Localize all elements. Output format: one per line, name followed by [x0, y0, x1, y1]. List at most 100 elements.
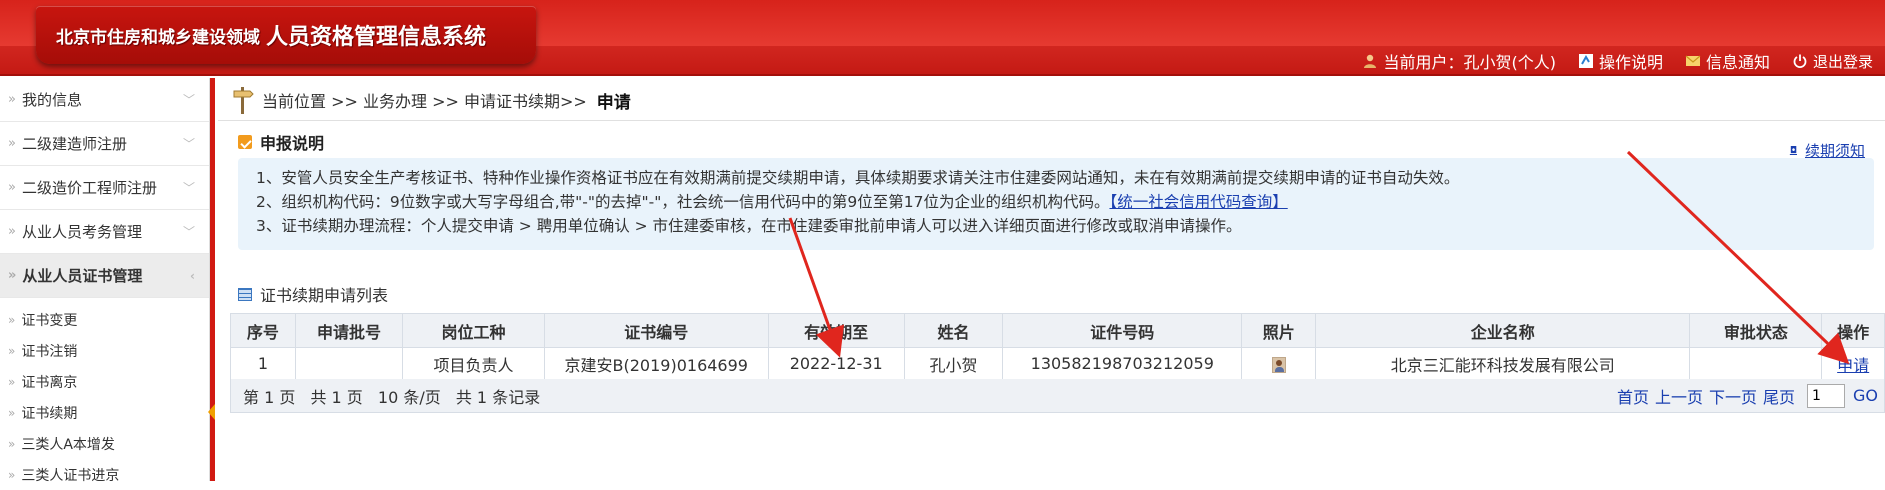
org-name: 北京市住房和城乡建设领域: [56, 27, 260, 48]
first-page-link[interactable]: 首页: [1617, 384, 1649, 408]
sidebar-group-label: 二级造价工程师注册: [21, 179, 157, 197]
go-button[interactable]: GO: [1853, 386, 1878, 405]
logout-label: 退出登录: [1812, 52, 1873, 71]
page-number-input[interactable]: [1807, 383, 1845, 408]
sidebar-item-label: 证书变更: [21, 312, 78, 329]
sidebar-item-cert-leave[interactable]: » 证书离京: [0, 366, 209, 397]
cell-id-no: 130582198703212059: [1002, 347, 1243, 380]
cell-action: 申请: [1821, 347, 1885, 380]
double-chevron-icon: »: [8, 467, 16, 482]
chevron-down-icon: ﹀: [182, 181, 195, 195]
sidebar-group-exam[interactable]: » 从业人员考务管理 ﹀: [0, 210, 209, 254]
current-user: 当前用户：孔小贺(个人): [1362, 49, 1556, 73]
prev-page-link[interactable]: 上一页: [1655, 384, 1703, 408]
pager-total-records: 共 1 条记录: [455, 387, 541, 407]
pager-nav: 首页 上一页 下一页 尾页 GO: [1611, 383, 1878, 408]
chevron-down-icon: ﹀: [182, 137, 195, 151]
notice-line-2: 2、组织机构代码：9位数字或大写字母组合,带"-"的去掉"-"，社会统一信用代码…: [256, 190, 1874, 214]
cell-status: [1689, 347, 1823, 380]
main-content: 当前位置 >> 业务办理 >> 申请证书续期>> 申请 申报说明 ◘ 续期须知 …: [218, 78, 1885, 481]
double-chevron-icon: »: [8, 405, 16, 420]
sidebar: » 我的信息 ﹀ » 二级建造师注册 ﹀ » 二级造价工程师注册 ﹀ » 从业人…: [0, 78, 210, 484]
notify-label: 信息通知: [1705, 53, 1770, 72]
col-header: 照片: [1241, 313, 1317, 348]
chevron-left-icon: ‹: [190, 268, 195, 283]
double-chevron-icon: »: [8, 92, 16, 107]
sidebar-item-cert-enter[interactable]: » 三类人证书进京: [0, 459, 209, 490]
sidebar-group-cost-engineer[interactable]: » 二级造价工程师注册 ﹀: [0, 166, 209, 210]
double-chevron-icon: »: [8, 436, 16, 451]
double-chevron-icon: »: [8, 224, 16, 239]
sidebar-item-cert-cancel[interactable]: » 证书注销: [0, 335, 209, 366]
cell-batch: [294, 347, 404, 380]
cell-valid-until: 2022-12-31: [767, 347, 905, 380]
power-icon: [1793, 54, 1807, 68]
logout-link[interactable]: 退出登录: [1792, 51, 1873, 72]
renewal-table: 序号 申请批号 岗位工种 证书编号 有效期至 姓名 证件号码 照片 企业名称 审…: [230, 313, 1885, 380]
notice-icon: [238, 135, 252, 149]
cell-no: 1: [230, 347, 296, 380]
notify-link[interactable]: 信息通知: [1685, 49, 1770, 73]
sidebar-item-cert-renew[interactable]: » 证书续期: [0, 397, 209, 428]
table-header-row: 序号 申请批号 岗位工种 证书编号 有效期至 姓名 证件号码 照片 企业名称 审…: [230, 313, 1885, 348]
user-toolbar: 当前用户：孔小贺(个人) 操作说明 信息通知 退出登录: [1362, 50, 1873, 72]
list-title: 证书续期申请列表: [260, 286, 389, 305]
app-header: 北京市住房和城乡建设领域 人员资格管理信息系统 当前用户：孔小贺(个人) 操作说…: [0, 0, 1885, 76]
col-header: 审批状态: [1689, 313, 1823, 348]
cell-job: 项目负责人: [402, 347, 546, 380]
double-chevron-icon: »: [8, 180, 16, 195]
system-title-plate: 北京市住房和城乡建设领域 人员资格管理信息系统: [36, 6, 536, 64]
help-icon: [1578, 54, 1593, 68]
sidebar-group-my-info[interactable]: » 我的信息 ﹀: [0, 78, 209, 122]
cell-company: 北京三汇能环科技发展有限公司: [1315, 347, 1691, 380]
sidebar-item-cert-change[interactable]: » 证书变更: [0, 304, 209, 335]
sidebar-splitter[interactable]: [210, 78, 215, 481]
list-heading: 证书续期申请列表: [238, 282, 388, 306]
last-page-link[interactable]: 尾页: [1763, 384, 1795, 408]
double-chevron-icon: »: [8, 312, 16, 327]
pager-page: 第 1 页: [243, 387, 296, 407]
sidebar-group-constructor[interactable]: » 二级建造师注册 ﹀: [0, 122, 209, 166]
cell-name: 孔小贺: [903, 347, 1004, 380]
collapse-arrow-icon[interactable]: [208, 404, 215, 420]
notice-title: 申报说明: [260, 134, 325, 153]
col-header: 证件号码: [1002, 313, 1243, 348]
sidebar-item-a-reissue[interactable]: » 三类人A本增发: [0, 428, 209, 459]
notice-box: 1、安管人员安全生产考核证书、特种作业操作资格证书应在有效期满前提交续期申请，具…: [238, 158, 1874, 250]
double-chevron-icon: »: [8, 343, 16, 358]
breadcrumb: 当前位置 >> 业务办理 >> 申请证书续期>> 申请: [232, 86, 631, 114]
notice-line-1: 1、安管人员安全生产考核证书、特种作业操作资格证书应在有效期满前提交续期申请，具…: [256, 169, 1460, 187]
apply-link[interactable]: 申请: [1837, 356, 1869, 375]
pager: 第 1 页 共 1 页 10 条/页 共 1 条记录 首页 上一页 下一页 尾页…: [230, 379, 1885, 413]
col-header: 企业名称: [1315, 313, 1691, 348]
col-header: 操作: [1821, 313, 1885, 348]
double-chevron-icon: »: [8, 268, 17, 283]
breadcrumb-current: 申请: [596, 92, 631, 113]
cell-cert-no: 京建安B(2019)0164699: [544, 347, 769, 380]
chevron-down-icon: ﹀: [182, 93, 195, 107]
next-page-link[interactable]: 下一页: [1709, 384, 1757, 408]
col-header: 证书编号: [544, 313, 769, 348]
divider: [218, 120, 1885, 121]
col-header: 岗位工种: [402, 313, 546, 348]
col-header: 姓名: [903, 313, 1004, 348]
sidebar-group-certificate[interactable]: » 从业人员证书管理 ‹: [0, 254, 209, 298]
help-link[interactable]: 操作说明: [1578, 49, 1663, 73]
breadcrumb-path: 当前位置 >> 业务办理 >> 申请证书续期>>: [262, 92, 587, 111]
photo-thumbnail[interactable]: [1271, 356, 1286, 373]
cell-photo: [1241, 347, 1317, 380]
sidebar-item-label: 三类人A本增发: [21, 436, 115, 453]
mail-icon: [1685, 55, 1701, 66]
table-icon: [238, 287, 252, 301]
sidebar-item-label: 证书续期: [21, 405, 78, 422]
sidebar-group-label: 二级建造师注册: [21, 135, 127, 153]
credit-code-query-link[interactable]: 【统一社会信用代码查询】: [1109, 193, 1287, 211]
sidebar-group-label: 从业人员证书管理: [22, 267, 143, 285]
sidebar-item-label: 证书离京: [21, 374, 78, 391]
pager-total-pages: 共 1 页: [310, 387, 363, 407]
pager-info: 第 1 页 共 1 页 10 条/页 共 1 条记录: [243, 384, 550, 408]
sidebar-group-label: 从业人员考务管理: [21, 223, 142, 241]
notice-line-2-text: 2、组织机构代码：9位数字或大写字母组合,带"-"的去掉"-"，社会统一信用代码…: [256, 193, 1110, 211]
notice-heading: 申报说明: [238, 130, 324, 154]
notice-line-3: 3、证书续期办理流程：个人提交申请 > 聘用单位确认 > 市住建委审核，在市住建…: [256, 217, 1242, 235]
